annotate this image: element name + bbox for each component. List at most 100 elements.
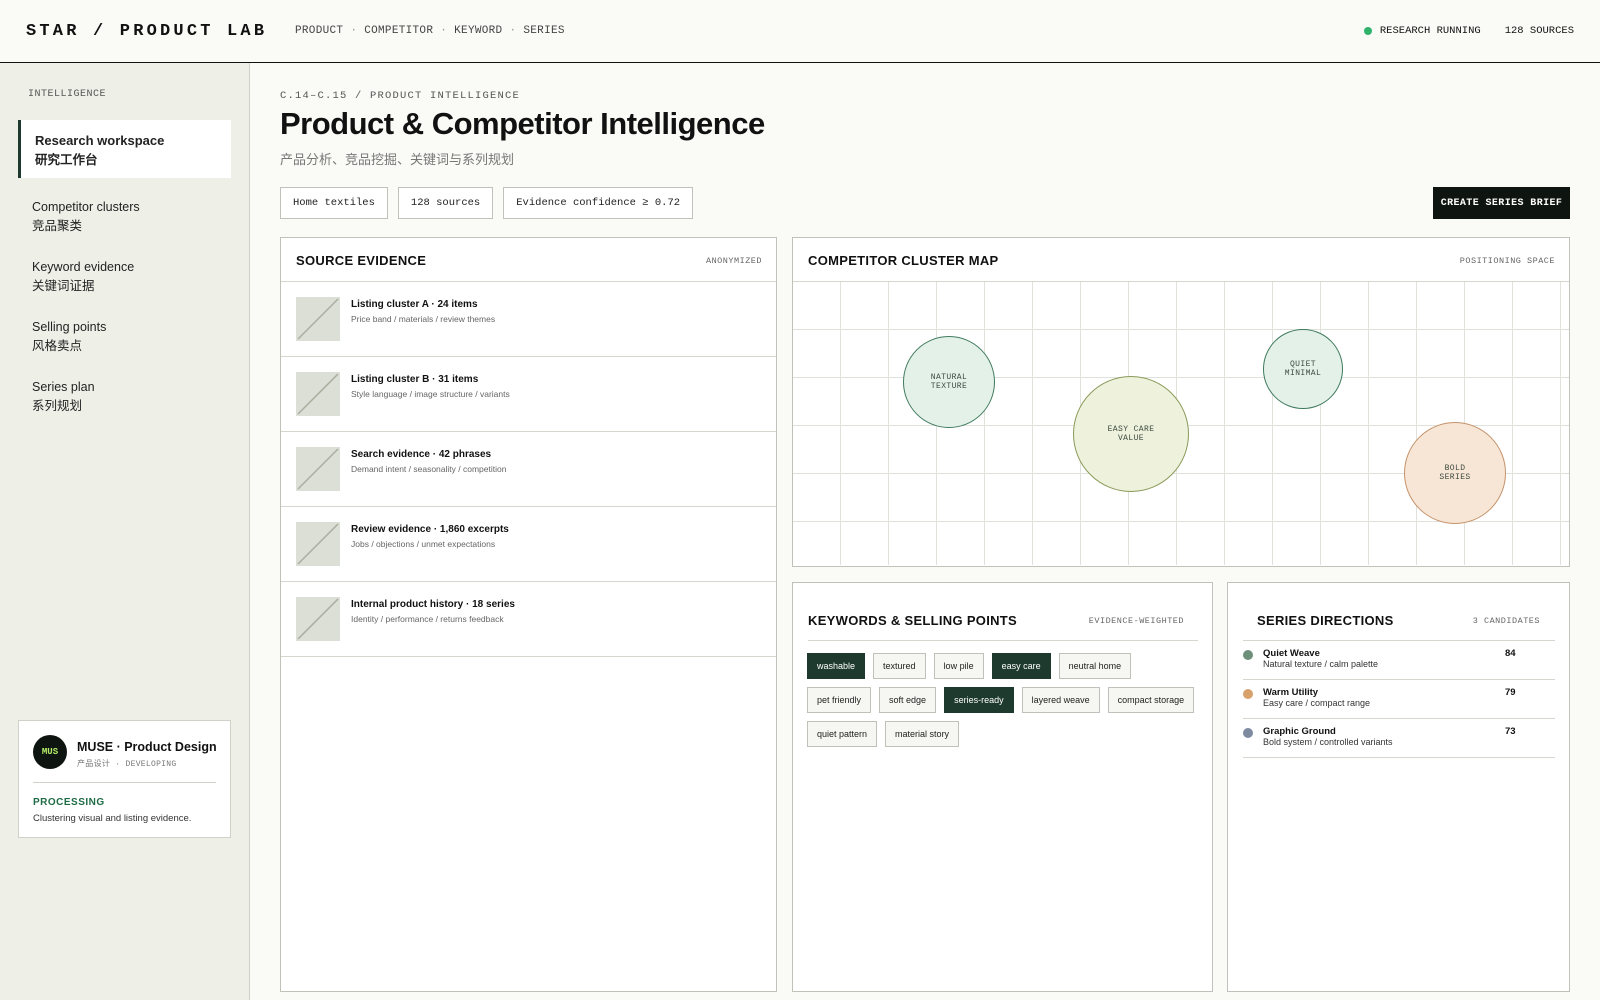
source-description: Style language / image structure / varia…: [351, 389, 510, 399]
sidebar-item-competitor-clusters[interactable]: Competitor clusters 竞品聚类: [18, 187, 231, 245]
series-row-warm-utility[interactable]: Warm Utility Easy care / compact range 7…: [1243, 680, 1555, 719]
source-row[interactable]: Internal product history · 18 series Ide…: [281, 582, 776, 657]
cluster-label-line: VALUE: [1117, 434, 1144, 443]
source-description: Jobs / objections / unmet expectations: [351, 539, 496, 549]
keyword-chip[interactable]: textured: [873, 653, 926, 679]
source-thumbnail: [296, 372, 340, 416]
sidebar-item-keyword-evidence[interactable]: Keyword evidence 关键词证据: [18, 247, 231, 305]
create-series-brief-button[interactable]: CREATE SERIES BRIEF: [1433, 187, 1570, 219]
keyword-chip[interactable]: low pile: [933, 653, 984, 679]
source-description: Identity / performance / returns feedbac…: [351, 614, 504, 624]
source-title: Internal product history · 18 series: [351, 599, 515, 610]
research-status: RESEARCH RUNNING 128 SOURCES: [1363, 25, 1574, 37]
series-name: Graphic Ground: [1263, 726, 1336, 737]
sidebar-item-label: Competitor clusters: [32, 200, 140, 214]
source-title: Listing cluster B · 31 items: [351, 374, 479, 385]
sidebar-heading: INTELLIGENCE: [28, 89, 107, 100]
panel-tag: POSITIONING SPACE: [1459, 256, 1555, 266]
filter-chip-confidence[interactable]: Evidence confidence ≥ 0.72: [503, 187, 694, 219]
nav-keyword[interactable]: KEYWORD: [454, 25, 502, 37]
source-row[interactable]: Listing cluster B · 31 items Style langu…: [281, 357, 776, 432]
cluster-bubble-natural-texture[interactable]: NATURAL TEXTURE: [903, 336, 995, 428]
keyword-chip[interactable]: pet friendly: [807, 687, 872, 713]
series-color-dot-icon: [1243, 689, 1253, 699]
keyword-chip[interactable]: quiet pattern: [807, 721, 878, 747]
source-row[interactable]: Review evidence · 1,860 excerpts Jobs / …: [281, 507, 776, 582]
series-score: 73: [1505, 726, 1516, 737]
series-name: Quiet Weave: [1263, 648, 1320, 659]
nav-separator: ·: [440, 25, 448, 37]
cluster-bubble-bold-series[interactable]: BOLD SERIES: [1404, 422, 1506, 524]
cluster-label-line: QUIET: [1289, 359, 1316, 369]
nav-competitor[interactable]: COMPETITOR: [364, 25, 433, 37]
panel-tag: ANONYMIZED: [705, 256, 762, 266]
series-color-dot-icon: [1243, 728, 1253, 738]
breadcrumb: C.14–C.15 / PRODUCT INTELLIGENCE: [280, 90, 521, 102]
series-description: Bold system / controlled variants: [1263, 737, 1393, 747]
status-label: RESEARCH RUNNING: [1379, 25, 1481, 37]
keyword-chip[interactable]: washable: [807, 653, 866, 679]
nav-series[interactable]: SERIES: [523, 25, 564, 37]
filter-chips: Home textiles 128 sources Evidence confi…: [280, 187, 694, 219]
cluster-label-line: BOLD: [1444, 463, 1466, 473]
top-bar: STAR / PRODUCT LAB PRODUCT · COMPETITOR …: [0, 0, 1600, 63]
cluster-bubble-quiet-minimal[interactable]: QUIET MINIMAL: [1263, 329, 1343, 409]
keyword-chip-list: washable textured low pile easy care neutral…: [807, 653, 1197, 747]
series-row-quiet-weave[interactable]: Quiet Weave Natural texture / calm palet…: [1243, 641, 1555, 680]
agent-avatar: MUS: [33, 735, 67, 769]
series-score: 84: [1505, 648, 1516, 659]
panel-divider: [808, 640, 1198, 641]
keyword-chip[interactable]: compact storage: [1107, 687, 1195, 713]
series-score: 79: [1505, 687, 1516, 698]
cluster-label-line: SERIES: [1439, 473, 1471, 482]
positioning-map[interactable]: NATURAL TEXTURE EASY CARE VALUE QUIET MINIM…: [793, 282, 1569, 565]
nav-product[interactable]: PRODUCT: [295, 25, 343, 37]
sidebar-item-label-zh: 系列规划: [32, 399, 83, 413]
keyword-chip[interactable]: neutral home: [1058, 653, 1132, 679]
source-thumbnail: [296, 522, 340, 566]
nav-separator: ·: [509, 25, 517, 37]
sidebar-item-selling-points[interactable]: Selling points 风格卖点: [18, 307, 231, 365]
source-row[interactable]: Search evidence · 42 phrases Demand inte…: [281, 432, 776, 507]
source-evidence-panel: SOURCE EVIDENCE ANONYMIZED Listing clust…: [280, 237, 777, 992]
agent-status: PROCESSING: [33, 797, 105, 808]
cluster-label-line: EASY CARE: [1107, 424, 1155, 434]
top-nav: PRODUCT · COMPETITOR · KEYWORD · SERIES: [295, 25, 565, 37]
sidebar-item-research-workspace[interactable]: Research workspace 研究工作台: [18, 120, 231, 178]
filter-chip-sources[interactable]: 128 sources: [397, 187, 494, 219]
status-dot-icon: [1363, 27, 1372, 35]
keyword-chip[interactable]: series-ready: [944, 687, 1014, 713]
agent-divider: [33, 782, 216, 783]
agent-name: MUSE · Product Design: [77, 740, 217, 754]
agent-card[interactable]: MUS MUSE · Product Design 产品设计 · DEVELOP…: [18, 720, 231, 838]
source-title: Search evidence · 42 phrases: [351, 449, 492, 460]
keyword-chip[interactable]: easy care: [991, 653, 1051, 679]
competitor-cluster-map-panel: COMPETITOR CLUSTER MAP POSITIONING SPACE…: [792, 237, 1570, 567]
source-row[interactable]: Listing cluster A · 24 items Price band …: [281, 282, 776, 357]
source-thumbnail: [296, 597, 340, 641]
cluster-label-line: TEXTURE: [930, 382, 968, 391]
sidebar-item-label: Series plan: [32, 380, 95, 394]
sidebar: INTELLIGENCE Research workspace 研究工作台 Co…: [0, 63, 250, 1000]
brand-logo[interactable]: STAR / PRODUCT LAB: [26, 22, 267, 41]
panel-tag: EVIDENCE-WEIGHTED: [1088, 616, 1184, 626]
panel-title: SOURCE EVIDENCE: [296, 253, 427, 268]
filter-chip-category[interactable]: Home textiles: [280, 187, 388, 219]
keywords-selling-points-panel: KEYWORDS & SELLING POINTS EVIDENCE-WEIGH…: [792, 582, 1213, 992]
sources-count: 128 SOURCES: [1504, 25, 1574, 37]
sidebar-item-label-zh: 关键词证据: [32, 279, 95, 293]
cluster-bubble-easy-care-value[interactable]: EASY CARE VALUE: [1073, 376, 1189, 492]
keyword-chip[interactable]: layered weave: [1021, 687, 1100, 713]
source-title: Listing cluster A · 24 items: [351, 299, 478, 310]
sidebar-item-label: Research workspace: [35, 133, 165, 148]
keyword-chip[interactable]: soft edge: [879, 687, 937, 713]
panel-title: COMPETITOR CLUSTER MAP: [808, 253, 999, 268]
panel-header: SOURCE EVIDENCE ANONYMIZED: [281, 238, 776, 282]
series-row-graphic-ground[interactable]: Graphic Ground Bold system / controlled …: [1243, 719, 1555, 758]
keyword-chip[interactable]: material story: [885, 721, 960, 747]
sidebar-item-series-plan[interactable]: Series plan 系列规划: [18, 367, 231, 425]
page-title: Product & Competitor Intelligence: [280, 106, 765, 141]
nav-separator: ·: [350, 25, 358, 37]
agent-subtitle: 产品设计 · DEVELOPING: [77, 760, 177, 769]
sidebar-item-label: Keyword evidence: [32, 260, 135, 274]
